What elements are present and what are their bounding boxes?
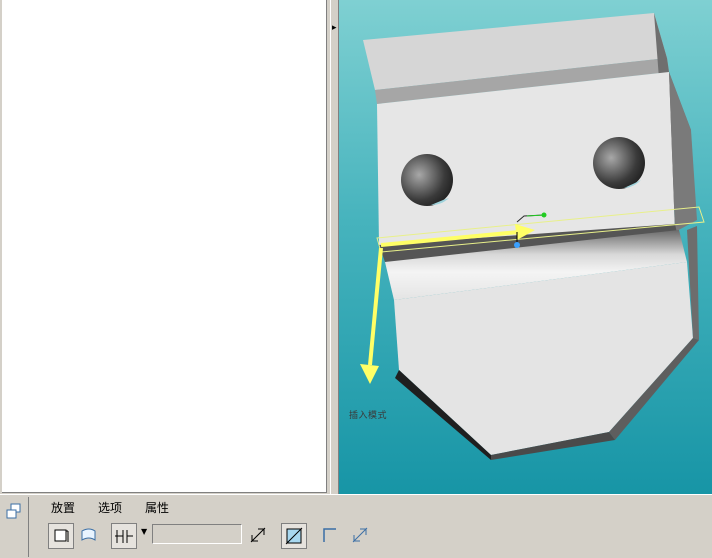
solid-button[interactable] [48,523,74,549]
flip-thicken-button[interactable] [348,523,374,549]
insert-mode-label: 插入模式 [349,411,388,421]
model-tree-panel [0,0,330,494]
depth-option-icon [115,530,133,543]
direction-arrow-vertical [360,247,383,384]
drag-handle-blue [514,242,520,248]
depth-value-field[interactable] [152,524,242,544]
flip-direction-button[interactable] [246,523,272,549]
graphics-viewport[interactable]: 插入模式 [339,0,712,494]
dashboard-separator [28,497,29,557]
solid-icon [54,529,69,542]
flip-direction-icon [250,527,266,543]
dropdown-arrow-icon[interactable]: ▼ [141,527,147,536]
model-view [360,13,705,460]
feature-dashboard: 放置 选项 属性 ▼ [0,494,712,558]
thicken-icon [323,528,336,542]
depth-option-button[interactable] [111,523,137,549]
thicken-button[interactable] [318,523,344,549]
remove-material-button[interactable] [281,523,307,549]
surface-button[interactable] [77,523,103,549]
tab-properties[interactable]: 属性 [145,500,169,516]
surface-icon [81,528,96,541]
collapse-arrow-icon[interactable]: ▸ [332,22,338,34]
model-tree[interactable] [2,0,327,493]
tab-placement[interactable]: 放置 [51,500,75,516]
tab-options[interactable]: 选项 [98,500,122,516]
flip-thicken-icon [352,527,368,543]
remove-material-icon [285,527,303,545]
drag-handle-green [541,212,547,218]
dashboard-restore-icon[interactable] [4,501,24,521]
panel-splitter[interactable]: ▸ [330,0,339,494]
